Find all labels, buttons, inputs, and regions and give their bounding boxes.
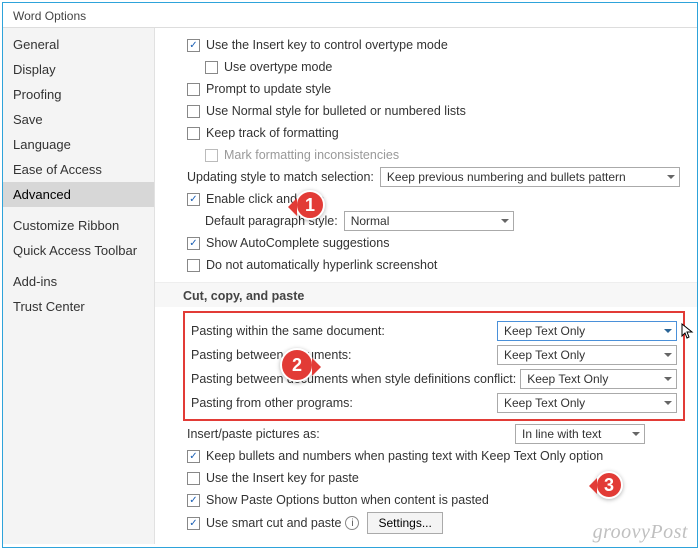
checkbox-click-type[interactable]: ✓ (187, 193, 200, 206)
label-prompt-update: Prompt to update style (206, 82, 331, 96)
label-overtype: Use overtype mode (224, 60, 332, 74)
label-normal-style: Use Normal style for bulleted or numbere… (206, 104, 466, 118)
callout-2: 2 (280, 348, 314, 382)
dropdown-update-style[interactable]: Keep previous numbering and bullets patt… (380, 167, 680, 187)
label-autocomplete: Show AutoComplete suggestions (206, 236, 389, 250)
checkbox-insert-key[interactable]: ✓ (187, 39, 200, 52)
dropdown-paste-other[interactable]: Keep Text Only (497, 393, 677, 413)
paste-options-block: Pasting within the same document: Keep Te… (183, 311, 685, 421)
dropdown-insert-pics[interactable]: In line with text (515, 424, 645, 444)
checkbox-insert-key-paste[interactable]: ✓ (187, 472, 200, 485)
nav-customize-ribbon[interactable]: Customize Ribbon (3, 213, 154, 238)
label-insert-pics: Insert/paste pictures as: (187, 427, 320, 441)
callout-1: 1 (295, 190, 325, 220)
label-smart-cut: Use smart cut and paste (206, 516, 341, 530)
label-paste-conflict: Pasting between documents when style def… (191, 372, 516, 386)
dropdown-paste-within[interactable]: Keep Text Only (497, 321, 677, 341)
dropdown-default-para[interactable]: Normal (344, 211, 514, 231)
label-show-paste-options: Show Paste Options button when content i… (206, 493, 489, 507)
nav-display[interactable]: Display (3, 57, 154, 82)
checkbox-prompt-update[interactable]: ✓ (187, 83, 200, 96)
label-paste-other: Pasting from other programs: (191, 396, 353, 410)
section-cut-copy-paste: Cut, copy, and paste (155, 282, 697, 307)
label-insert-key-paste: Use the Insert key for paste (206, 471, 359, 485)
label-no-auto-hyperlink: Do not automatically hyperlink screensho… (206, 258, 437, 272)
info-icon[interactable]: i (345, 516, 359, 530)
checkbox-show-paste-options[interactable]: ✓ (187, 494, 200, 507)
nav-add-ins[interactable]: Add-ins (3, 269, 154, 294)
nav-general[interactable]: General (3, 32, 154, 57)
nav-save[interactable]: Save (3, 107, 154, 132)
checkbox-keep-track[interactable]: ✓ (187, 127, 200, 140)
checkbox-no-auto-hyperlink[interactable]: ✓ (187, 259, 200, 272)
checkbox-mark-incons: ✓ (205, 149, 218, 162)
nav-trust-center[interactable]: Trust Center (3, 294, 154, 319)
label-insert-key: Use the Insert key to control overtype m… (206, 38, 448, 52)
label-paste-within: Pasting within the same document: (191, 324, 385, 338)
nav-advanced[interactable]: Advanced (3, 182, 154, 207)
settings-button[interactable]: Settings... (367, 512, 442, 534)
checkbox-smart-cut[interactable]: ✓ (187, 517, 200, 530)
window-title: Word Options (3, 3, 697, 28)
label-keep-bullets: Keep bullets and numbers when pasting te… (206, 449, 603, 463)
checkbox-overtype[interactable]: ✓ (205, 61, 218, 74)
callout-3: 3 (595, 471, 623, 499)
checkbox-autocomplete[interactable]: ✓ (187, 237, 200, 250)
dropdown-paste-conflict[interactable]: Keep Text Only (520, 369, 677, 389)
nav-quick-access-toolbar[interactable]: Quick Access Toolbar (3, 238, 154, 263)
checkbox-normal-style[interactable]: ✓ (187, 105, 200, 118)
dropdown-paste-between[interactable]: Keep Text Only (497, 345, 677, 365)
label-keep-track: Keep track of formatting (206, 126, 339, 140)
checkbox-keep-bullets[interactable]: ✓ (187, 450, 200, 463)
main-panel: ✓ Use the Insert key to control overtype … (155, 28, 697, 544)
label-update-style: Updating style to match selection: (187, 170, 374, 184)
label-mark-incons: Mark formatting inconsistencies (224, 148, 399, 162)
nav-proofing[interactable]: Proofing (3, 82, 154, 107)
nav-language[interactable]: Language (3, 132, 154, 157)
sidebar: General Display Proofing Save Language E… (3, 28, 155, 544)
watermark: groovyPost (593, 521, 688, 544)
nav-ease-of-access[interactable]: Ease of Access (3, 157, 154, 182)
